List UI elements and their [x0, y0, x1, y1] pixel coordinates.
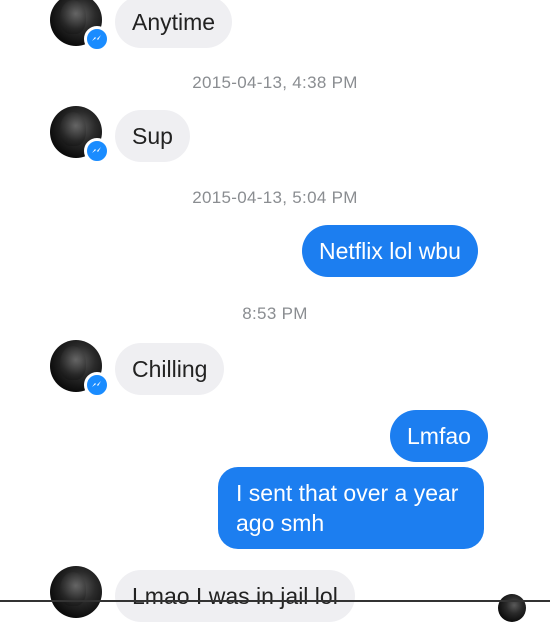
messenger-badge-icon	[84, 372, 110, 398]
message-bubble[interactable]: Netflix lol wbu	[302, 225, 478, 277]
timestamp: 2015-04-13, 5:04 PM	[192, 188, 358, 207]
contact-avatar[interactable]	[50, 340, 110, 398]
message-bubble[interactable]: Lmao I was in jail lol	[115, 570, 355, 622]
messenger-badge-icon	[84, 26, 110, 52]
messenger-badge-icon	[84, 138, 110, 164]
timestamp: 8:53 PM	[242, 304, 308, 323]
message-bubble[interactable]: Sup	[115, 110, 190, 162]
contact-avatar[interactable]	[50, 566, 102, 618]
message-text: I sent that over a year ago smh	[236, 480, 459, 536]
chat-thread: Anytime 2015-04-13, 4:38 PM Sup 2015-04-…	[0, 0, 550, 622]
message-bubble[interactable]: Lmfao	[390, 410, 488, 462]
timestamp: 2015-04-13, 4:38 PM	[192, 73, 358, 92]
message-bubble[interactable]: I sent that over a year ago smh	[218, 467, 484, 549]
message-bubble[interactable]: Anytime	[115, 0, 233, 48]
my-avatar	[498, 594, 526, 622]
contact-avatar[interactable]	[50, 0, 110, 52]
message-bubble[interactable]: Chilling	[115, 343, 225, 395]
divider-line	[0, 600, 550, 602]
contact-avatar[interactable]	[50, 106, 110, 164]
